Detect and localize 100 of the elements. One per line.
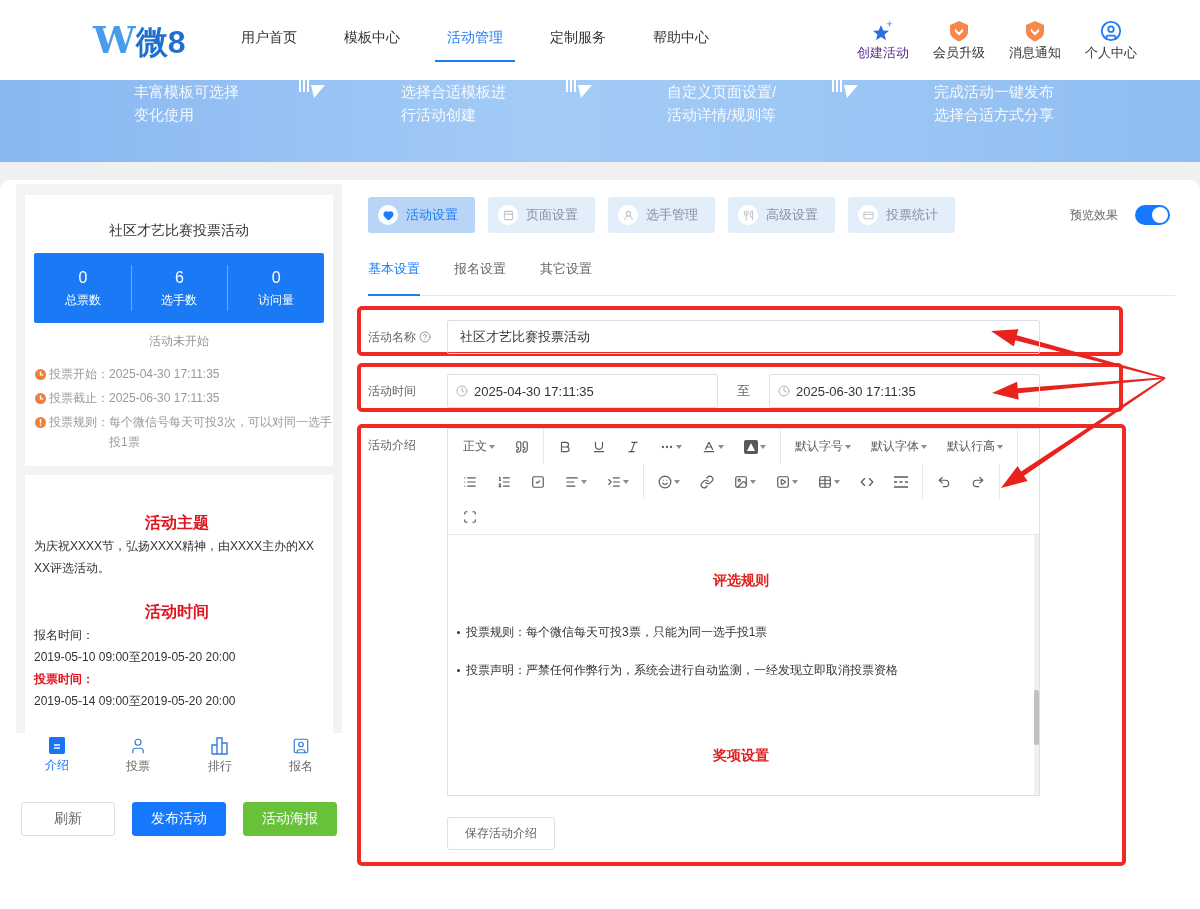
line-height-dropdown[interactable]: 默认行高: [937, 429, 1013, 464]
detail-text: 报名时间：: [34, 627, 95, 644]
paragraph-style-dropdown[interactable]: 正文: [453, 429, 505, 464]
scrollbar-thumb[interactable]: [1034, 690, 1039, 745]
badge-icon: [948, 19, 970, 42]
info-label: 投票截止：: [49, 390, 109, 407]
header-action-link[interactable]: 会员升级: [929, 19, 989, 61]
action-button[interactable]: 发布活动: [132, 802, 226, 836]
detail-text: 2019-05-14 09:00至2019-05-20 20:00: [34, 693, 237, 710]
nav-link[interactable]: 帮助中心: [641, 0, 722, 62]
redo-icon: [971, 474, 985, 489]
clock-icon: [778, 385, 790, 397]
preview-toggle[interactable]: [1135, 205, 1170, 225]
preview-tab[interactable]: 排行: [207, 737, 232, 775]
link-icon: [700, 474, 714, 489]
text-input[interactable]: 社区才艺比赛投票活动: [447, 320, 1040, 354]
date-input[interactable]: 2025-06-30 17:11:35: [769, 374, 1040, 408]
step-description: 完成活动一键发布 选择合适方式分享: [933, 82, 1055, 125]
undo-icon: [937, 474, 951, 489]
video-icon: [776, 474, 790, 489]
header-action-link[interactable]: 个人中心: [1081, 19, 1141, 61]
bullet-icon: [457, 630, 460, 634]
editor-content-field[interactable]: 评选规则 投票规则：每个微信每天可投3票，只能为同一选手投1票 投票声明：严禁任何作弊行为，系统会进行自动监测，一经发现立即取消投票资格 奖项设置: [448, 535, 1039, 795]
caret-icon: [674, 479, 680, 484]
underline-icon: [592, 439, 606, 454]
nav-link[interactable]: 用户首页: [229, 0, 310, 62]
info-label: 投票开始：: [49, 366, 109, 383]
font-size-dropdown[interactable]: 默认字号: [785, 429, 861, 464]
user-icon: [618, 205, 638, 225]
panel-icon: [498, 205, 518, 225]
sub-tab[interactable]: 基本设置: [368, 250, 420, 296]
action-button[interactable]: 刷新: [21, 802, 115, 836]
checkbox-icon: [531, 474, 545, 489]
caret-icon: [489, 444, 495, 449]
badge-icon: [1024, 19, 1046, 42]
horizontal-rule-icon: [894, 475, 908, 488]
alert-icon: [35, 416, 46, 428]
section-heading: 活动主题: [144, 513, 210, 533]
preview-tab[interactable]: 投票: [126, 737, 151, 775]
align-left-icon: [565, 474, 579, 489]
italic-icon: [626, 439, 640, 454]
detail-text: 投票时间：: [34, 671, 95, 688]
clock-icon: [456, 385, 468, 397]
preview-tab[interactable]: 报名: [289, 737, 314, 775]
article-icon: [48, 737, 65, 754]
caret-icon: [997, 444, 1003, 449]
smile-icon: [658, 474, 672, 489]
bullet-text: 投票规则：每个微信每天可投3票，只能为同一选手投1票: [466, 624, 768, 641]
field-label: 活动名称: [368, 329, 416, 346]
caret-icon: [760, 444, 766, 449]
fullscreen-icon: [463, 509, 477, 524]
bulleted-list-icon: [463, 474, 477, 489]
range-separator: 至: [736, 382, 751, 400]
caret-icon: [676, 444, 682, 449]
table-icon: [818, 474, 832, 489]
step-description: 自定义页面设置/ 活动详情/规则等: [667, 82, 778, 125]
caret-icon: [792, 479, 798, 484]
nav-link[interactable]: 定制服务: [538, 0, 619, 62]
indent-icon: [607, 474, 621, 489]
header-action-link[interactable]: 创建活动: [853, 19, 913, 61]
save-button[interactable]: 保存活动介绍: [447, 817, 555, 850]
stat-label: 选手数: [161, 291, 198, 309]
activity-status: 活动未开始: [148, 333, 210, 350]
caret-icon: [581, 479, 587, 484]
preview-tab[interactable]: 介绍: [44, 737, 69, 775]
stat-label: 总票数: [64, 291, 101, 309]
stat-value: 0: [78, 267, 88, 288]
caret-icon: [834, 479, 840, 484]
clock-icon: [35, 392, 46, 404]
nav-link[interactable]: 模板中心: [332, 0, 413, 62]
content-heading: 奖项设置: [712, 746, 770, 765]
caret-icon: [750, 479, 756, 484]
caret-icon: [845, 444, 851, 449]
stat-label: 访问量: [258, 291, 295, 309]
date-input[interactable]: 2025-04-30 17:11:35: [447, 374, 718, 408]
sub-tab[interactable]: 其它设置: [540, 250, 592, 296]
info-label: 投票规则：: [49, 414, 109, 431]
id-card-icon: [292, 737, 311, 755]
stat-value: 0: [271, 267, 281, 288]
detail-text: 为庆祝XXXX节，弘扬XXXX精神，由XXXX主办的XXXX评选活动。: [34, 538, 316, 577]
font-family-dropdown[interactable]: 默认字体: [861, 429, 937, 464]
content-heading: 评选规则: [711, 571, 770, 590]
section-heading: 活动时间: [144, 602, 210, 622]
info-value: 每个微信号每天可投3次，可以对同一选手投1票: [109, 414, 333, 451]
field-label: 活动介绍: [368, 437, 416, 454]
utensils-icon: [738, 205, 758, 225]
header-action-link[interactable]: 消息通知: [1005, 19, 1065, 61]
bullet-text: 投票声明：严禁任何作弊行为，系统会进行自动监测，一经发现立即取消投票资格: [466, 662, 898, 679]
nav-link[interactable]: 活动管理: [435, 0, 516, 62]
step-description: 选择合适模板进 行活动创建: [400, 82, 507, 125]
caret-icon: [921, 444, 927, 449]
sub-tab[interactable]: 报名设置: [454, 250, 506, 296]
info-value: 2025-04-30 17:11:35: [109, 366, 221, 383]
font-color-icon: [702, 439, 716, 454]
image-icon: [734, 474, 748, 489]
clock-icon: [35, 368, 46, 380]
detail-text: 2019-05-10 09:00至2019-05-20 20:00: [34, 649, 237, 666]
highlight-icon: [744, 439, 758, 454]
star-icon: [872, 19, 894, 42]
logo-text: 微8: [135, 26, 186, 58]
